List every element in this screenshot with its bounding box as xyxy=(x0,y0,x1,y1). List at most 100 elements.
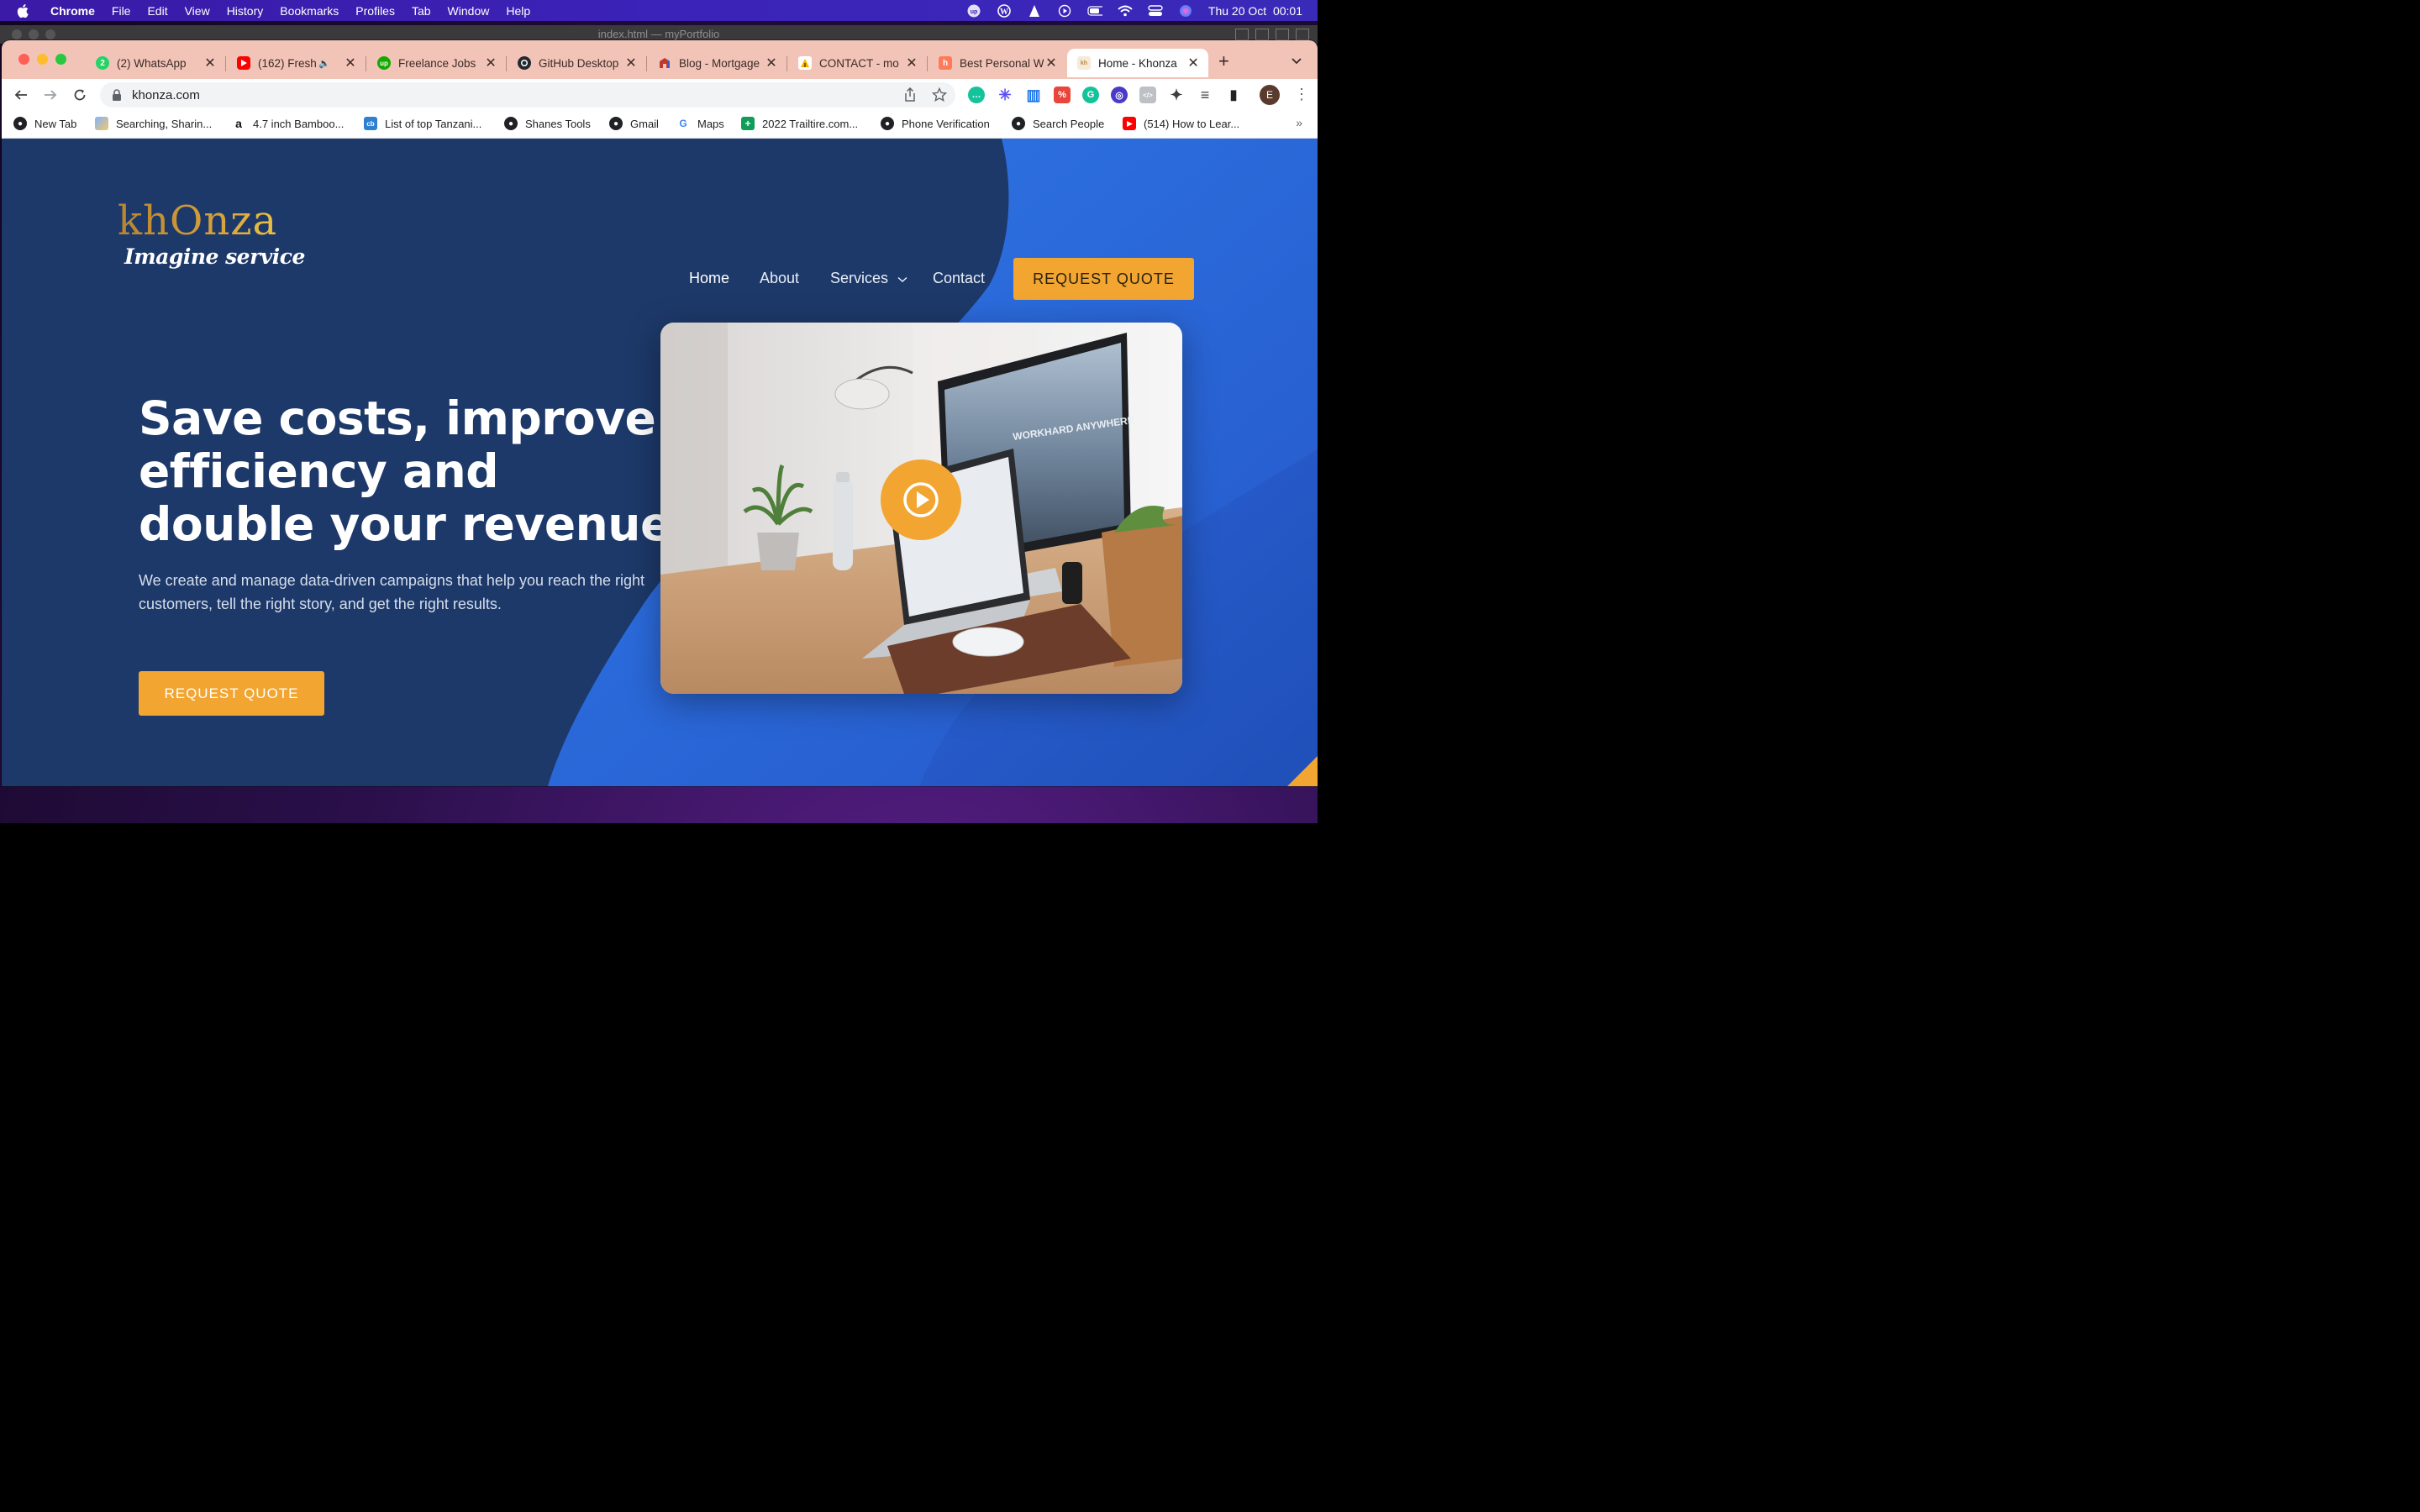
tab-blog-mortgage[interactable]: Blog - Mortgage ✕ xyxy=(646,49,787,77)
tab-close-icon[interactable]: ✕ xyxy=(624,55,638,71)
wifi-icon[interactable] xyxy=(1118,4,1133,18)
address-bar[interactable]: khonza.com xyxy=(100,82,955,108)
menu-history[interactable]: History xyxy=(227,4,264,18)
puzzle-icon[interactable]: ✦ xyxy=(1168,87,1185,103)
grammarly-chat-icon[interactable]: … xyxy=(968,87,985,103)
tab-freelance-jobs[interactable]: up Freelance Jobs ✕ xyxy=(366,49,507,77)
play-video-button[interactable] xyxy=(881,459,961,540)
tab-search-chevron-icon[interactable] xyxy=(1292,54,1302,67)
code-icon[interactable]: </> xyxy=(1139,87,1156,103)
play-icon xyxy=(903,482,939,517)
browser-toolbar: khonza.com … ✳ ▥ % G ◎ </> ✦ ≡ ▮ E ⋮ xyxy=(2,79,1318,111)
snowflake-icon[interactable]: ✳ xyxy=(997,87,1013,103)
contact-icon xyxy=(798,56,812,70)
background-window-title: index.html — myPortfolio xyxy=(597,28,720,40)
upwork-icon[interactable]: up xyxy=(966,4,981,18)
nav-about[interactable]: About xyxy=(760,270,799,287)
vlc-icon[interactable] xyxy=(1027,4,1042,18)
new-tab-button[interactable]: + xyxy=(1218,52,1229,71)
profile-avatar[interactable]: E xyxy=(1260,85,1280,105)
menu-help[interactable]: Help xyxy=(506,4,530,18)
hero-headline: Save costs, improve efficiency and doubl… xyxy=(139,391,671,551)
grammarly-icon[interactable]: G xyxy=(1082,87,1099,103)
menu-edit[interactable]: Edit xyxy=(147,4,167,18)
url-text[interactable]: khonza.com xyxy=(132,88,200,102)
nav-services[interactable]: Services xyxy=(830,270,908,287)
tab-github-desktop[interactable]: GitHub Desktop ✕ xyxy=(506,49,647,77)
site-logo[interactable]: khOnza Imagine service xyxy=(118,199,305,269)
speaker-icon[interactable]: 🔈 xyxy=(318,58,339,69)
nav-home[interactable]: Home xyxy=(689,270,729,287)
bookmark-item[interactable]: + 2022 Trailtire.com... xyxy=(741,117,858,130)
media-icon[interactable]: ≡ xyxy=(1197,87,1213,103)
play-icon[interactable] xyxy=(1057,4,1072,18)
bookmarks-overflow-icon[interactable]: » xyxy=(1296,116,1302,129)
svg-text:W: W xyxy=(1000,8,1008,17)
menu-view[interactable]: View xyxy=(185,4,210,18)
tab-close-icon[interactable]: ✕ xyxy=(1186,55,1200,71)
close-window-button[interactable] xyxy=(18,54,29,65)
control-center-icon[interactable] xyxy=(1148,4,1163,18)
desktop-wallpaper-strip xyxy=(0,786,1318,823)
side-panel-icon[interactable]: ▮ xyxy=(1225,87,1242,103)
bookmark-item[interactable]: Searching, Sharin... xyxy=(95,117,212,130)
tab-home-khonza[interactable]: kh Home - Khonza ✕ xyxy=(1067,49,1208,77)
bookmark-item[interactable]: (514) How to Lear... xyxy=(1123,117,1239,130)
tab-close-icon[interactable]: ✕ xyxy=(1044,55,1058,71)
bookmark-item[interactable]: cb List of top Tanzani... xyxy=(364,117,481,130)
wordpress-icon[interactable]: W xyxy=(997,3,1012,18)
bookmark-item[interactable]: ● Gmail xyxy=(609,117,659,130)
lock-icon[interactable] xyxy=(112,89,122,101)
bookmark-star-icon[interactable] xyxy=(931,87,948,106)
globe-icon: ● xyxy=(609,117,623,130)
bookmark-item[interactable]: a 4.7 inch Bamboo... xyxy=(232,117,344,130)
tab-whatsapp[interactable]: 2 (2) WhatsApp ✕ xyxy=(86,49,226,77)
menu-file[interactable]: File xyxy=(112,4,131,18)
bookmarks-bar: ● New Tab Searching, Sharin... a 4.7 inc… xyxy=(2,111,1318,139)
tab-close-icon[interactable]: ✕ xyxy=(344,55,357,71)
tab-contact[interactable]: CONTACT - mo ✕ xyxy=(786,49,928,77)
menu-app-name[interactable]: Chrome xyxy=(50,4,95,18)
hero-video-thumbnail[interactable]: WORKHARD ANYWHERE xyxy=(660,323,1182,694)
image-icon xyxy=(95,117,108,130)
zoom-window-button[interactable] xyxy=(55,54,66,65)
request-quote-hero-button[interactable]: REQUEST QUOTE xyxy=(139,671,324,716)
menu-tab[interactable]: Tab xyxy=(412,4,431,18)
menu-profiles[interactable]: Profiles xyxy=(355,4,395,18)
google-icon: G xyxy=(676,117,690,130)
cb-icon: cb xyxy=(364,117,377,130)
minimize-window-button[interactable] xyxy=(37,54,48,65)
tab-best-personal[interactable]: h Best Personal W ✕ xyxy=(927,49,1066,77)
bookmark-item[interactable]: G Maps xyxy=(676,117,724,130)
sheets-icon: + xyxy=(741,117,755,130)
bookmark-item[interactable]: ● Phone Verification xyxy=(881,117,990,130)
back-arrow-icon[interactable] xyxy=(12,86,30,104)
reload-icon[interactable] xyxy=(71,86,89,104)
request-quote-header-button[interactable]: REQUEST QUOTE xyxy=(1013,258,1194,300)
tab-close-icon[interactable]: ✕ xyxy=(905,55,918,71)
bar-chart-icon[interactable]: ▥ xyxy=(1025,87,1042,103)
bookmark-item[interactable]: ● Shanes Tools xyxy=(504,117,591,130)
nav-contact[interactable]: Contact xyxy=(933,270,985,287)
menu-window[interactable]: Window xyxy=(448,4,490,18)
siri-icon[interactable] xyxy=(1178,4,1193,18)
bookmark-item[interactable]: ● Search People xyxy=(1012,117,1104,130)
tab-close-icon[interactable]: ✕ xyxy=(203,55,217,71)
share-icon[interactable] xyxy=(903,87,917,106)
battery-icon[interactable] xyxy=(1087,4,1102,18)
menu-kebab-icon[interactable]: ⋮ xyxy=(1294,86,1309,103)
khonza-icon: kh xyxy=(1077,56,1091,70)
loom-icon[interactable]: ◎ xyxy=(1111,87,1128,103)
tab-close-icon[interactable]: ✕ xyxy=(765,55,778,71)
tab-youtube[interactable]: (162) Fresh 🔈 ✕ xyxy=(225,49,366,77)
tab-close-icon[interactable]: ✕ xyxy=(484,55,497,71)
hubspot-icon: h xyxy=(939,56,952,70)
svg-text:up: up xyxy=(971,9,978,15)
apple-icon[interactable] xyxy=(15,3,32,19)
forward-arrow-icon[interactable] xyxy=(41,86,60,104)
bookmark-item[interactable]: ● New Tab xyxy=(13,117,76,130)
menu-bookmarks[interactable]: Bookmarks xyxy=(280,4,339,18)
whatsapp-icon: 2 xyxy=(96,56,109,70)
lastpass-icon[interactable]: % xyxy=(1054,87,1071,103)
menubar-clock[interactable]: Thu 20 Oct 00:01 xyxy=(1208,4,1302,18)
